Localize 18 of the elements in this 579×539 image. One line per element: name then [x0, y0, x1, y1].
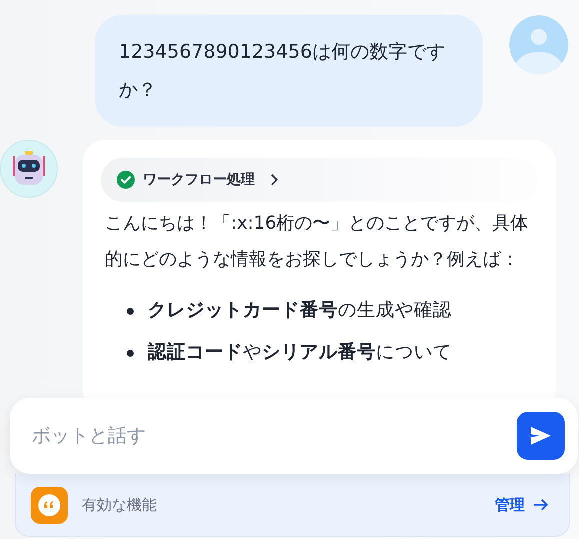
composer-panel[interactable]: ボットと話す [10, 398, 578, 474]
list-item-text: 認証コードやシリアル番号について [148, 341, 452, 365]
robot-avatar-icon [0, 140, 58, 198]
manage-link[interactable]: 管理 [495, 496, 549, 514]
bullet-icon [127, 308, 134, 314]
user-avatar-icon [509, 15, 569, 75]
chevron-icon [269, 173, 279, 187]
bot-message-text: こんにちは！「:x:16桁の〜」とのことですが、具体的にどのような情報をお探しでしょうか？例えば： [105, 212, 530, 272]
features-label: 有効な機能 [82, 496, 158, 514]
list-item-text: クレジットカード番号の生成や確認 [148, 299, 452, 323]
send-button[interactable] [517, 412, 565, 460]
quote-icon [31, 486, 68, 524]
bullet-icon [127, 350, 134, 356]
send-icon [530, 426, 552, 446]
arrow-right-icon [533, 498, 549, 512]
check-icon [117, 171, 135, 189]
message-input[interactable]: ボットと話す [30, 424, 517, 448]
user-message: 1234567890123456は何の数字ですか？ [95, 15, 483, 127]
